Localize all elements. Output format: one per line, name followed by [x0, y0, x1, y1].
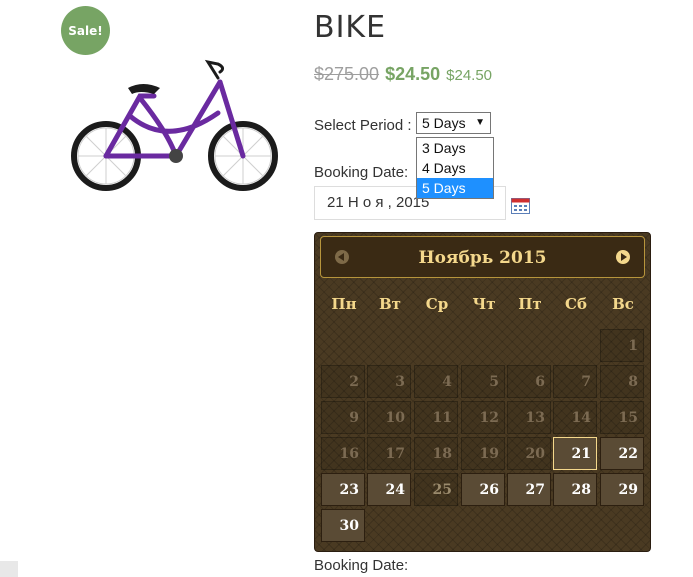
- calendar-day: 4: [414, 365, 458, 398]
- select-period-label: Select Period :: [314, 117, 412, 134]
- scroll-corner: [0, 561, 18, 577]
- period-dropdown-list: 3 Days 4 Days 5 Days: [416, 137, 494, 199]
- calendar-day-selected[interactable]: 21: [553, 437, 597, 470]
- calendar-day: 3: [367, 365, 411, 398]
- calendar-day: 1: [600, 329, 644, 362]
- calendar-day[interactable]: 29: [600, 473, 644, 506]
- booking-date-label: Booking Date:: [314, 164, 409, 181]
- calendar-day: 12: [461, 401, 505, 434]
- calendar-day: 14: [553, 401, 597, 434]
- calendar-day: 19: [461, 437, 505, 470]
- calendar-day: 11: [414, 401, 458, 434]
- calendar-day[interactable]: 27: [507, 473, 551, 506]
- calendar-day: 13: [507, 401, 551, 434]
- booking-price: $24.50: [446, 67, 493, 84]
- calendar-day[interactable]: 22: [600, 437, 644, 470]
- period-option[interactable]: 3 Days: [417, 138, 493, 158]
- calendar-day: 17: [367, 437, 411, 470]
- calendar-day: 20: [507, 437, 551, 470]
- period-select[interactable]: 5 Days ▼: [416, 112, 491, 134]
- period-option-selected[interactable]: 5 Days: [417, 178, 493, 198]
- calendar-days: 1 2 3 4 5 6 7 8 9 10 11 12 13 14 15 16 17 18 19 20 21 22 23 24 2…: [315, 233, 652, 553]
- calendar-day: 6: [507, 365, 551, 398]
- datepicker-calendar: Ноябрь 2015 Пн Вт Ср Чт Пт Сб Вс 1 2 3 4 5 6 7 8 9 10 11…: [314, 232, 651, 552]
- calendar-day: 15: [600, 401, 644, 434]
- calendar-day[interactable]: 30: [321, 509, 365, 542]
- calendar-day: 18: [414, 437, 458, 470]
- calendar-day[interactable]: 28: [553, 473, 597, 506]
- sale-price: $24.50: [385, 64, 441, 84]
- product-image[interactable]: [68, 58, 288, 193]
- product-title: BIKE: [314, 10, 387, 45]
- calendar-day: 2: [321, 365, 365, 398]
- price-row: $275.00 $24.50 $24.50: [314, 64, 492, 85]
- period-select-value: 5 Days: [422, 115, 466, 131]
- calendar-day[interactable]: 23: [321, 473, 365, 506]
- calendar-day[interactable]: 26: [461, 473, 505, 506]
- dropdown-arrow-icon: ▼: [475, 117, 485, 128]
- calendar-day: 9: [321, 401, 365, 434]
- calendar-day: 16: [321, 437, 365, 470]
- calendar-day: 8: [600, 365, 644, 398]
- calendar-day: 10: [367, 401, 411, 434]
- calendar-day: 7: [553, 365, 597, 398]
- period-option[interactable]: 4 Days: [417, 158, 493, 178]
- booking-date-label-secondary: Booking Date:: [314, 557, 409, 574]
- calendar-day[interactable]: 24: [367, 473, 411, 506]
- calendar-day: 25: [414, 473, 458, 506]
- calendar-icon[interactable]: [511, 197, 530, 214]
- regular-price: $275.00: [314, 64, 380, 84]
- sale-badge: Sale!: [61, 6, 110, 55]
- calendar-day: 5: [461, 365, 505, 398]
